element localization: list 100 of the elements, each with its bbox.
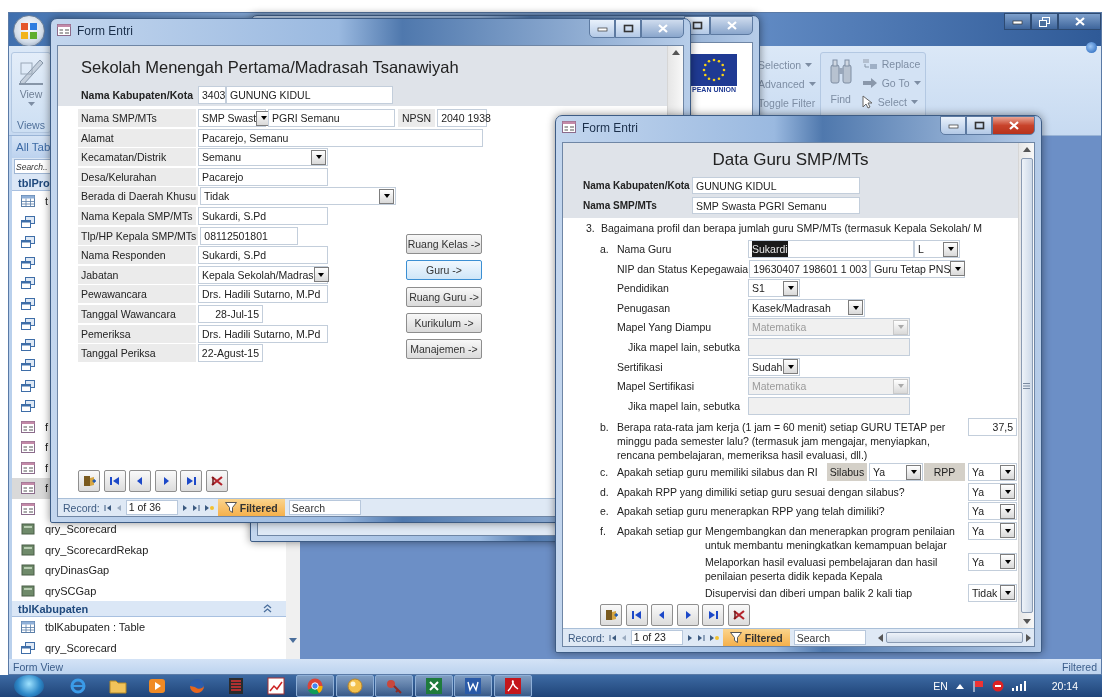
text-field[interactable]: SMP Swasta PGRI Semanu [692,197,860,214]
search-field[interactable]: Search [288,500,361,515]
text-field[interactable]: GUNUNG KIDUL [226,86,393,104]
maximize-button[interactable] [966,116,992,135]
dropdown-button[interactable] [311,149,326,165]
text-field[interactable]: 28-Jul-15 [198,304,263,323]
nav-item[interactable]: qry_Scorecard [12,519,121,540]
flag-icon[interactable] [971,680,984,692]
nav-item[interactable]: tblKabupaten : Table [12,617,150,638]
horizontal-scrollbar[interactable] [877,630,1031,645]
close-button[interactable] [710,16,753,35]
dropdown-field[interactable]: Tidak [968,583,1017,602]
minimize-button[interactable] [589,19,615,38]
filter-button[interactable]: Filtered [217,499,285,516]
language-indicator[interactable]: EN [933,680,948,692]
alert-icon[interactable] [991,680,1004,692]
close-button[interactable] [992,116,1035,135]
form-button[interactable]: Ruang Guru -> [406,286,482,307]
minimize-button[interactable] [940,116,966,135]
nav-header[interactable]: All Tab [16,141,51,153]
office-button[interactable] [13,15,45,47]
delete-record-button[interactable] [727,604,750,626]
text-field[interactable]: Sukardi [748,240,914,258]
dropdown-field[interactable]: SMP Swast [198,109,266,127]
nav-item[interactable]: qrySCGap [12,580,101,601]
form-button[interactable]: Guru -> [406,260,482,281]
text-field[interactable]: 3403 [198,86,226,104]
dropdown-button[interactable] [1000,503,1015,519]
new-record-icon[interactable] [708,633,719,642]
nav-item[interactable]: f [12,457,53,478]
last-record-button[interactable] [180,470,203,492]
next-record-icon[interactable] [686,633,693,642]
dropdown-field[interactable]: Ya [968,463,1017,482]
search-field[interactable]: Search [793,630,866,645]
close-button[interactable] [641,19,684,38]
dropdown-button[interactable] [313,267,329,283]
nav-group-header[interactable]: tblPro [18,174,50,191]
nav-item[interactable]: t [12,191,53,212]
text-field[interactable]: PGRI Semanu [268,109,395,127]
minimize-button[interactable] [1004,13,1031,30]
dropdown-button[interactable] [1000,554,1015,570]
dropdown-field[interactable]: Guru Tetap PNS [870,259,966,278]
dropdown-field[interactable]: Ya [968,521,1017,540]
signal-icon[interactable] [1011,681,1026,691]
chevron-up-icon[interactable] [955,683,964,689]
nav-item[interactable]: f [12,478,53,499]
dropdown-field[interactable]: Semanu [198,148,328,167]
dropdown-button[interactable] [1000,484,1015,500]
last-record-button[interactable] [702,604,725,626]
new-record-button[interactable] [600,604,622,626]
nav-item[interactable]: qryDinasGap [12,560,114,581]
form-button[interactable]: Ruang Kelas -> [406,234,482,255]
dropdown-field[interactable]: L [914,240,960,258]
text-field[interactable]: Sukardi, S.Pd [198,206,328,225]
nav-item[interactable]: qry_ScorecardRekap [12,539,153,560]
record-position-field[interactable]: 1 of 36 [125,500,178,515]
text-field[interactable]: 08112501801 [200,226,299,245]
dropdown-field[interactable]: Ya [968,502,1017,521]
dropdown-field[interactable]: Kepala Sekolah/Madras [198,265,328,284]
dropdown-field[interactable]: Ya [869,463,923,482]
text-field[interactable]: Pacarejo, Semanu [198,128,483,147]
last-record-icon[interactable] [696,633,705,642]
dropdown-field[interactable]: Ya [968,482,1017,501]
dropdown-button[interactable] [1000,523,1015,539]
next-record-button[interactable] [154,470,177,492]
text-field[interactable]: 37,5 [968,417,1017,436]
dropdown-button[interactable] [783,280,798,296]
text-field[interactable]: Sukardi, S.Pd [198,246,328,265]
nav-item[interactable]: qry_Scorecard [12,637,121,658]
first-record-button[interactable] [625,604,648,626]
first-record-icon[interactable] [103,503,112,512]
close-button[interactable] [1058,13,1101,30]
text-field[interactable]: Drs. Hadili Sutarno, M.Pd [198,324,328,343]
dropdown-field[interactable]: Ya [968,552,1017,571]
taskbar-button[interactable] [414,675,453,697]
previous-record-button[interactable] [651,604,674,626]
dropdown-button[interactable] [783,359,798,375]
maximize-button[interactable] [615,19,641,38]
dropdown-field[interactable]: Tidak [200,187,396,206]
text-field[interactable]: GUNUNG KIDUL [692,177,860,194]
vertical-scrollbar[interactable] [1018,143,1034,628]
next-record-button[interactable] [676,604,699,626]
dropdown-button[interactable] [1000,464,1015,480]
new-record-button[interactable] [78,470,100,492]
last-record-icon[interactable] [191,503,200,512]
restore-button[interactable] [1031,13,1058,30]
taskbar-button[interactable] [493,675,532,697]
nav-item[interactable]: f [12,416,53,437]
text-field[interactable]: 19630407 198601 1 003 [749,259,871,278]
taskbar-button[interactable] [335,675,374,697]
form-button[interactable]: Kurikulum -> [406,312,482,333]
dropdown-button[interactable] [1000,585,1015,601]
previous-record-button[interactable] [129,470,152,492]
record-position-field[interactable]: 1 of 23 [630,630,683,645]
dropdown-button[interactable] [848,300,863,316]
next-record-icon[interactable] [181,503,188,512]
dropdown-button[interactable] [950,261,966,277]
nav-item[interactable]: f [12,437,53,458]
text-field[interactable]: 22-Agust-15 [198,344,263,363]
taskbar-button[interactable] [454,675,492,697]
